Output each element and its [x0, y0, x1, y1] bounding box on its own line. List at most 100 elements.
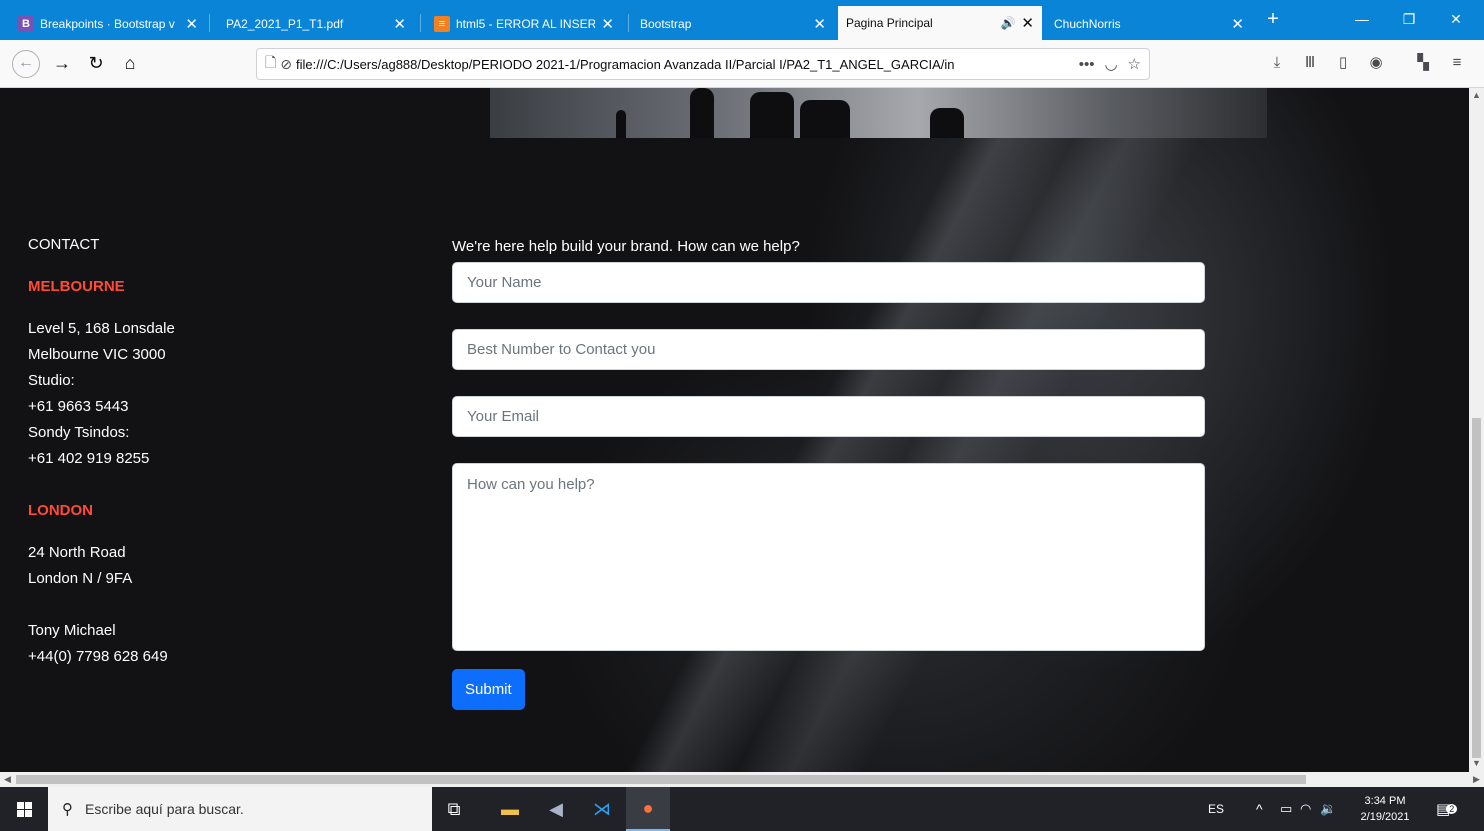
sidebar-icon[interactable]: ▯	[1332, 52, 1354, 74]
email-input[interactable]	[452, 396, 1205, 437]
bootstrap-icon: B	[18, 16, 34, 32]
horizontal-scroll-thumb[interactable]	[16, 775, 1306, 784]
chevron-up-icon[interactable]: ^	[1256, 787, 1263, 831]
notification-count: 2	[1446, 804, 1458, 814]
tab-title: Bootstrap	[640, 17, 692, 31]
speaker-icon[interactable]: 🔊	[1000, 16, 1015, 30]
minimize-icon[interactable]: —	[1342, 8, 1382, 32]
tab-separator	[628, 14, 629, 32]
page-actions-icon[interactable]: •••	[1079, 56, 1095, 73]
clock[interactable]: 3:34 PM 2/19/2021	[1352, 793, 1418, 825]
address-line: Level 5, 168 Lonsdale	[28, 320, 175, 337]
tab-pagina-principal[interactable]: Pagina Principal 🔊 ✕	[838, 6, 1042, 40]
restore-icon[interactable]: ❐	[1389, 8, 1429, 32]
tab-pdf[interactable]: PA2_2021_P1_T1.pdf ✕	[218, 8, 414, 40]
message-textarea[interactable]	[452, 463, 1205, 651]
scroll-left-icon[interactable]: ◀	[0, 772, 15, 787]
form-intro: We're here help build your brand. How ca…	[452, 238, 800, 255]
address-line: 24 North Road	[28, 544, 126, 561]
menu-icon[interactable]: ≡	[1446, 52, 1468, 74]
vertical-scrollbar[interactable]: ▲ ▼	[1469, 88, 1484, 772]
vscode-icon[interactable]: ⋊	[580, 787, 624, 831]
close-window-icon[interactable]: ✕	[1436, 8, 1476, 32]
app-icon[interactable]: ◀	[534, 787, 578, 831]
scroll-up-icon[interactable]: ▲	[1469, 90, 1484, 104]
vertical-scroll-thumb[interactable]	[1472, 418, 1481, 758]
tab-separator	[209, 14, 210, 32]
tab-title: ChuchNorris	[1054, 17, 1121, 31]
address-line: +61 9663 5443	[28, 398, 129, 415]
contact-form: We're here help build your brand. How ca…	[452, 232, 1205, 710]
person-phone: +44(0) 7798 628 649	[28, 648, 168, 665]
language-indicator[interactable]: ES	[1208, 787, 1224, 831]
clock-time: 3:34 PM	[1364, 795, 1406, 807]
pocket-icon[interactable]: ◡	[1104, 55, 1117, 73]
close-tab-icon[interactable]: ✕	[1021, 14, 1034, 32]
home-icon[interactable]: ⌂	[116, 50, 144, 78]
close-tab-icon[interactable]: ✕	[393, 15, 406, 33]
taskbar-search[interactable]: ⚲ Escribe aquí para buscar.	[48, 787, 432, 831]
file-explorer-icon[interactable]: ▬	[488, 787, 532, 831]
tab-separator	[420, 14, 421, 32]
tab-title: PA2_2021_P1_T1.pdf	[226, 17, 344, 31]
stackoverflow-icon: ≡	[434, 16, 450, 32]
search-icon: ⚲	[62, 801, 73, 818]
hero-image	[490, 88, 1267, 138]
forward-arrow-icon[interactable]: →	[48, 50, 76, 78]
volume-icon[interactable]: 🔉	[1320, 787, 1336, 831]
tab-breakpoints[interactable]: B Breakpoints · Bootstrap v ✕	[10, 8, 206, 40]
windows-logo-icon	[16, 801, 32, 817]
scroll-right-icon[interactable]: ▶	[1469, 772, 1484, 787]
address-line: Melbourne VIC 3000	[28, 346, 166, 363]
notifications-icon[interactable]: ▤ 2	[1436, 787, 1458, 831]
clock-date: 2/19/2021	[1360, 811, 1410, 823]
submit-button[interactable]: Submit	[452, 669, 525, 710]
london-contact-person: Tony Michael +44(0) 7798 628 649	[28, 618, 408, 670]
tab-title: Breakpoints · Bootstrap v	[40, 17, 175, 31]
close-tab-icon[interactable]: ✕	[1231, 15, 1244, 33]
firefox-icon[interactable]: ●	[626, 787, 670, 831]
tab-title: html5 - ERROR AL INSERT	[456, 17, 596, 31]
back-arrow-icon[interactable]: ←	[12, 50, 40, 78]
address-line: Studio:	[28, 372, 75, 389]
london-address: 24 North Road London N / 9FA	[28, 540, 408, 592]
browser-tab-bar: B Breakpoints · Bootstrap v ✕ PA2_2021_P…	[0, 0, 1484, 40]
reload-icon[interactable]: ↻	[82, 50, 110, 78]
melbourne-address: Level 5, 168 Lonsdale Melbourne VIC 3000…	[28, 316, 408, 472]
close-tab-icon[interactable]: ✕	[601, 15, 614, 33]
page-viewport: CONTACT MELBOURNE Level 5, 168 Lonsdale …	[0, 88, 1469, 772]
windows-taskbar: ⚲ Escribe aquí para buscar. ⧉ ▬ ◀ ⋊ ● ES…	[0, 787, 1484, 831]
address-line: London N / 9FA	[28, 570, 133, 587]
city-melbourne: MELBOURNE	[28, 278, 125, 295]
scroll-down-icon[interactable]: ▼	[1469, 758, 1484, 772]
name-input[interactable]	[452, 262, 1205, 303]
wifi-icon[interactable]: ◠	[1300, 787, 1311, 831]
tracking-protection-icon[interactable]: ⊘	[280, 56, 292, 73]
account-icon[interactable]: ◉	[1365, 52, 1387, 74]
extension-icon[interactable]: ▚	[1412, 52, 1434, 74]
battery-icon[interactable]: ▭	[1280, 787, 1292, 831]
tab-bootstrap[interactable]: Bootstrap ✕	[632, 8, 834, 40]
start-button[interactable]	[0, 787, 48, 831]
url-bar[interactable]: 🗋 ⊘ file:///C:/Users/ag888/Desktop/PERIO…	[256, 48, 1150, 80]
tab-chuchnorris[interactable]: ChuchNorris ✕	[1046, 8, 1252, 40]
phone-input[interactable]	[452, 329, 1205, 370]
task-view-icon[interactable]: ⧉	[432, 787, 476, 831]
horizontal-scrollbar[interactable]: ◀ ▶	[0, 772, 1484, 787]
page-icon: 🗋	[265, 54, 277, 70]
browser-nav-bar: ← → ↻ ⌂ 🗋 ⊘ file:///C:/Users/ag888/Deskt…	[0, 40, 1484, 88]
tab-title: Pagina Principal	[846, 16, 933, 30]
search-placeholder: Escribe aquí para buscar.	[85, 801, 244, 817]
library-icon[interactable]: Ⅲ	[1299, 52, 1321, 74]
contact-heading: CONTACT	[28, 236, 100, 253]
downloads-icon[interactable]: ⤓	[1266, 52, 1288, 74]
url-text[interactable]: file:///C:/Users/ag888/Desktop/PERIODO 2…	[296, 57, 1069, 72]
person-name: Tony Michael	[28, 622, 116, 639]
tab-stackoverflow[interactable]: ≡ html5 - ERROR AL INSERT ✕	[426, 8, 622, 40]
bookmark-star-icon[interactable]: ☆	[1128, 55, 1141, 73]
close-tab-icon[interactable]: ✕	[185, 15, 198, 33]
city-london: LONDON	[28, 502, 93, 519]
new-tab-plus-icon[interactable]: +	[1261, 8, 1285, 32]
close-tab-icon[interactable]: ✕	[813, 15, 826, 33]
address-line: Sondy Tsindos:	[28, 424, 130, 441]
